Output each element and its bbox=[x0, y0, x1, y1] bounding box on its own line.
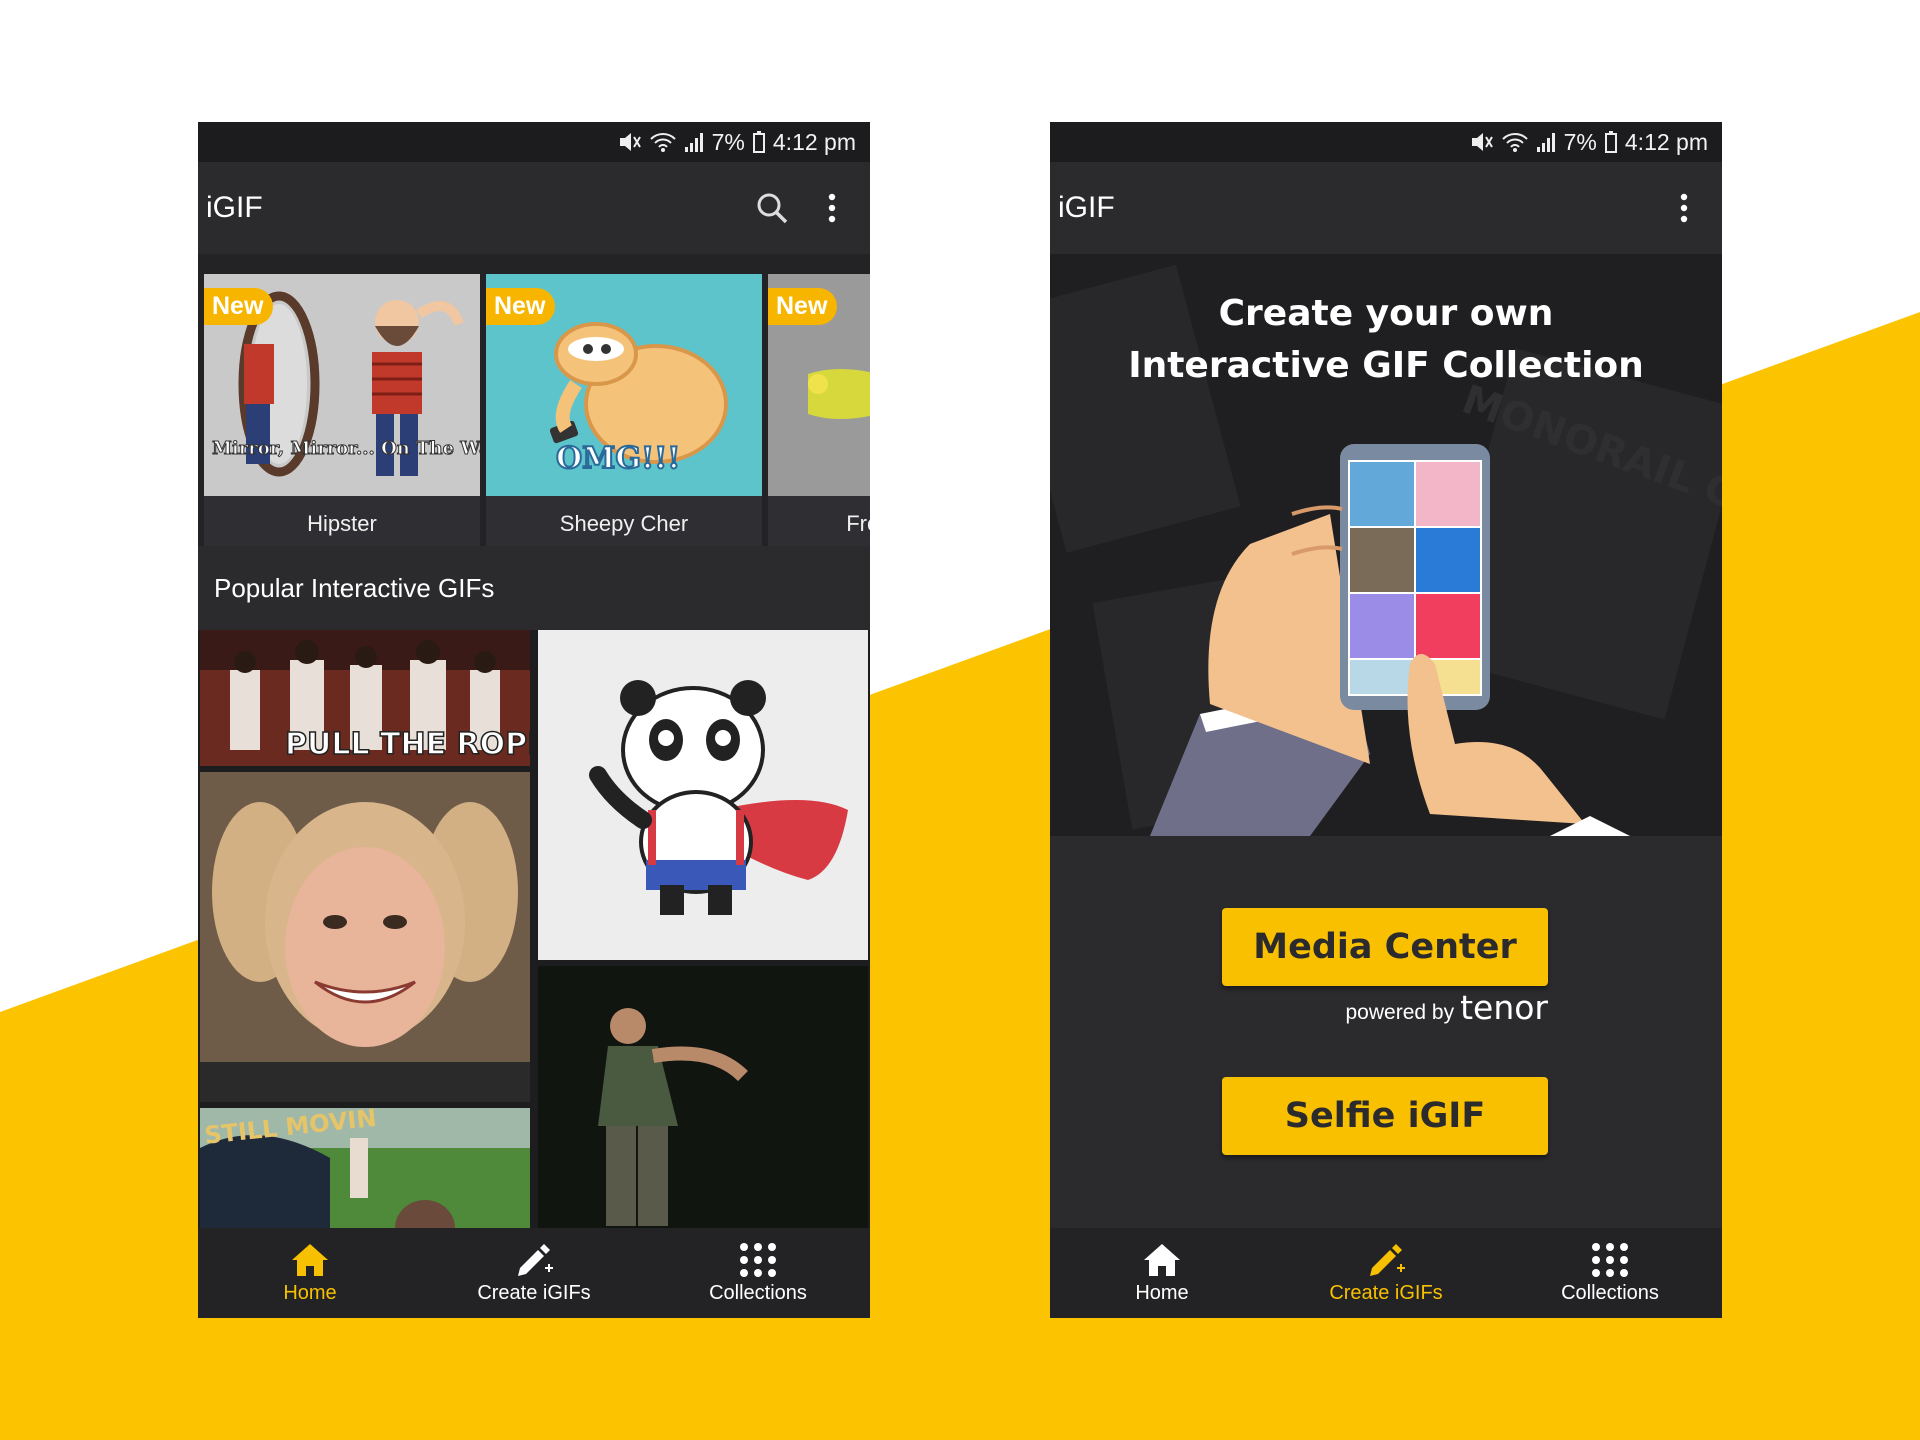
battery-percent: 7% bbox=[1563, 128, 1597, 155]
status-time: 4:12 pm bbox=[772, 128, 856, 155]
card-label: Frc bbox=[846, 511, 870, 536]
featured-card-hipster[interactable]: Mirror, Mirror... On The Wall... New Hip… bbox=[204, 274, 480, 546]
gif-tile-dancing-man[interactable] bbox=[538, 966, 868, 1228]
girl-photo bbox=[200, 772, 530, 1102]
nav-home[interactable]: Home bbox=[210, 1242, 410, 1305]
search-button[interactable] bbox=[742, 178, 802, 238]
more-vertical-icon bbox=[1680, 193, 1688, 223]
gif-tile-smiling-girl[interactable] bbox=[200, 772, 530, 1102]
bottom-navigation: Home Create iGIFs Collections bbox=[1050, 1228, 1722, 1318]
panda-illustration bbox=[589, 680, 848, 915]
hipster-caption: Mirror, Mirror... On The Wall... bbox=[212, 438, 480, 459]
pencil-plus-icon bbox=[1370, 1243, 1405, 1276]
battery-percent: 7% bbox=[711, 128, 745, 155]
gif-tile-pull-the-rope[interactable]: PULL THE ROPE bbox=[200, 630, 530, 766]
new-badge: New bbox=[204, 288, 274, 325]
dance-scene: PULL THE ROPE bbox=[200, 630, 530, 766]
nav-collections[interactable]: Collections bbox=[1510, 1242, 1710, 1305]
app-title: iGIF bbox=[1058, 191, 1115, 224]
home-icon bbox=[1144, 1243, 1180, 1276]
phone-home-screen: 7% 4:12 pm iGIF Mirror, Mirror... On The… bbox=[198, 122, 870, 1318]
nav-create-label: Create iGIFs bbox=[477, 1281, 591, 1304]
powered-by-tenor: powered by tenor bbox=[1346, 988, 1549, 1027]
app-title: iGIF bbox=[206, 191, 263, 224]
hero-banner: MONORAIL CAT Create your own Interactive… bbox=[1050, 254, 1722, 836]
rope-caption: PULL THE ROPE bbox=[285, 727, 530, 762]
home-icon bbox=[292, 1243, 328, 1276]
hipster-gif: Mirror, Mirror... On The Wall... New bbox=[204, 274, 480, 496]
hero-title: Create your own Interactive GIF Collecti… bbox=[1050, 288, 1722, 392]
signal-icon bbox=[1536, 133, 1555, 152]
media-center-button[interactable]: Media Center bbox=[1222, 908, 1548, 986]
wifi-icon bbox=[649, 133, 676, 152]
battery-icon bbox=[1604, 131, 1617, 153]
grid-dots-icon bbox=[740, 1242, 776, 1277]
popular-gif-grid[interactable]: PULL THE ROPE STILL MOVIN bbox=[198, 630, 870, 1228]
gif-tile-panda[interactable] bbox=[538, 630, 868, 960]
bottom-navigation: Home Create iGIFs Collections bbox=[198, 1228, 870, 1318]
card-label: Hipster bbox=[307, 511, 377, 536]
app-bar: iGIF bbox=[1050, 162, 1722, 254]
nav-home-label: Home bbox=[283, 1281, 337, 1304]
overflow-menu-button[interactable] bbox=[1654, 178, 1714, 238]
wifi-icon bbox=[1501, 133, 1528, 152]
card-label: Sheepy Cher bbox=[559, 511, 689, 536]
sheep-caption: OMG!!! bbox=[556, 441, 680, 476]
new-badge: New bbox=[768, 288, 838, 325]
selfie-igif-button[interactable]: Selfie iGIF bbox=[1222, 1077, 1548, 1155]
mute-icon bbox=[1471, 133, 1493, 151]
nav-create-igifs[interactable]: Create iGIFs bbox=[434, 1242, 634, 1305]
mute-icon bbox=[619, 133, 641, 151]
featured-carousel[interactable]: Mirror, Mirror... On The Wall... New Hip… bbox=[198, 254, 870, 546]
powered-by-text: powered by bbox=[1345, 1001, 1455, 1024]
grid-dots-icon bbox=[1592, 1242, 1628, 1277]
nav-collections-label: Collections bbox=[709, 1281, 807, 1304]
nav-create-label: Create iGIFs bbox=[1329, 1281, 1443, 1304]
status-bar: 7% 4:12 pm bbox=[198, 122, 870, 162]
signal-icon bbox=[684, 133, 703, 152]
status-bar: 7% 4:12 pm bbox=[1050, 122, 1722, 162]
hero-title-line2: Interactive GIF Collection bbox=[1128, 345, 1644, 386]
app-bar: iGIF bbox=[198, 162, 870, 254]
nav-collections[interactable]: Collections bbox=[658, 1242, 858, 1305]
section-title: Popular Interactive GIFs bbox=[198, 546, 870, 630]
more-vertical-icon bbox=[828, 193, 836, 223]
tenor-logo: tenor bbox=[1460, 988, 1548, 1027]
hero-title-line1: Create your own bbox=[1218, 293, 1554, 334]
man-photo bbox=[538, 966, 868, 1228]
featured-card-sheepy-cher[interactable]: OMG!!! New Sheepy Cher bbox=[486, 274, 762, 546]
partial-gif: New bbox=[768, 274, 870, 496]
nav-create-igifs[interactable]: Create iGIFs bbox=[1286, 1242, 1486, 1305]
battery-icon bbox=[752, 131, 765, 153]
search-icon bbox=[757, 193, 788, 224]
nav-collections-label: Collections bbox=[1561, 1281, 1659, 1304]
nav-home[interactable]: Home bbox=[1062, 1242, 1262, 1305]
gif-tile-still-movin[interactable]: STILL MOVIN bbox=[200, 1108, 530, 1228]
pencil-plus-icon bbox=[518, 1243, 553, 1276]
overflow-menu-button[interactable] bbox=[802, 178, 862, 238]
sheepy-gif: OMG!!! New bbox=[486, 274, 762, 496]
new-badge: New bbox=[486, 288, 556, 325]
status-time: 4:12 pm bbox=[1624, 128, 1708, 155]
field-photo: STILL MOVIN bbox=[200, 1108, 530, 1228]
phone-create-screen: 7% 4:12 pm iGIF MONORAIL CAT Create your… bbox=[1050, 122, 1722, 1318]
featured-card-partial[interactable]: New Frc bbox=[768, 274, 870, 546]
nav-home-label: Home bbox=[1135, 1281, 1189, 1304]
